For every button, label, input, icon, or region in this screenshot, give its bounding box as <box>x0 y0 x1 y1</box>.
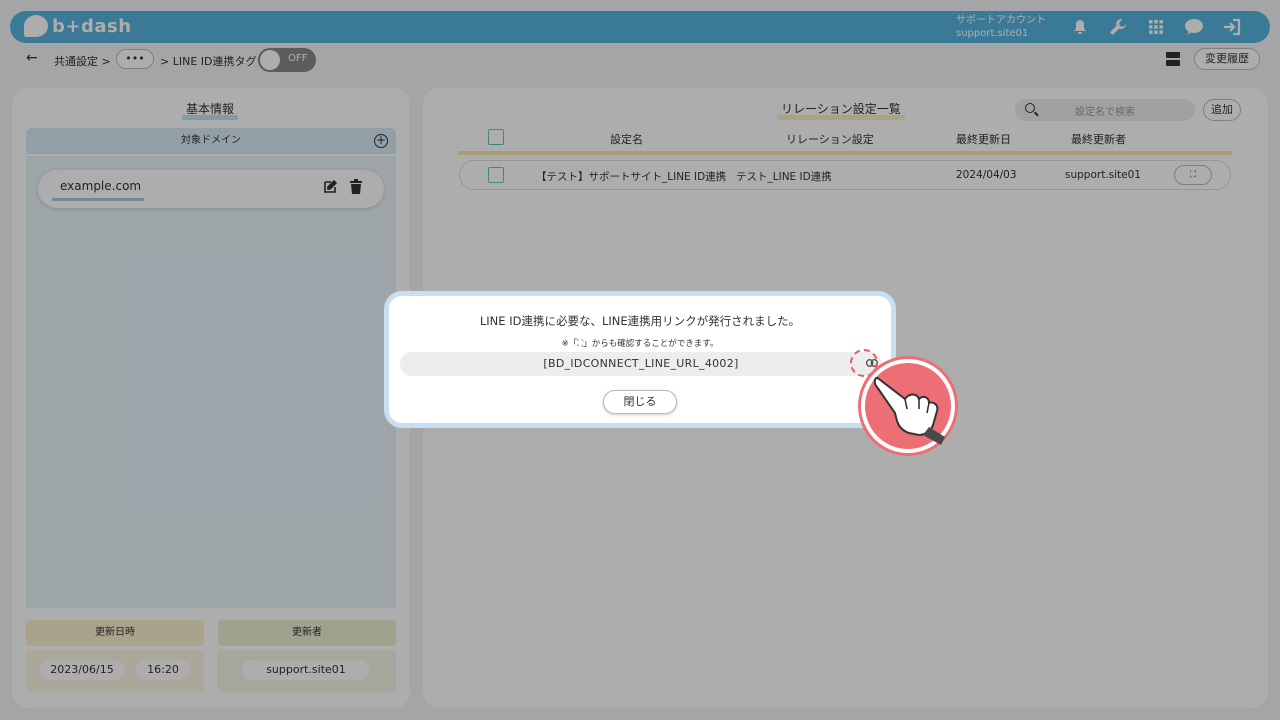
pointing-hand-icon <box>861 359 955 453</box>
url-field[interactable]: [BD_IDCONNECT_LINE_URL_4002] <box>400 352 882 376</box>
dialog-note: ※「⛶」からも確認することができます。 <box>561 339 719 349</box>
link-issued-dialog: LINE ID連携に必要な、LINE連携用リンクが発行されました。 ※「⛶」から… <box>384 291 896 428</box>
dialog-message: LINE ID連携に必要な、LINE連携用リンクが発行されました。 <box>479 314 801 328</box>
close-button[interactable]: 閉じる <box>603 390 677 414</box>
url-value: [BD_IDCONNECT_LINE_URL_4002] <box>543 357 739 370</box>
